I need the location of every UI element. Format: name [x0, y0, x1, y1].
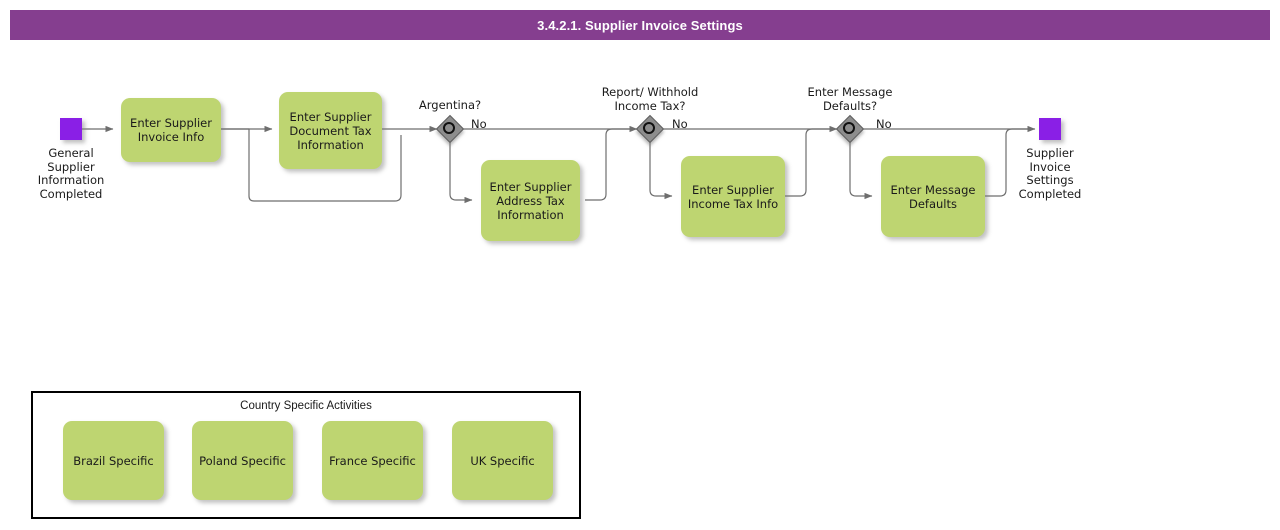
gateway-report-withhold-income-tax-label: Report/ Withhold Income Tax? — [601, 85, 699, 113]
task-label: Enter Supplier Address Tax Information — [489, 179, 572, 222]
task-label: UK Specific — [470, 453, 535, 468]
gateway-circle-icon — [443, 122, 455, 134]
task-label: Enter Supplier Income Tax Info — [687, 182, 779, 211]
country-specific-activities-title: Country Specific Activities — [240, 400, 372, 412]
country-specific-activities-group: Country Specific Activities Brazil Speci… — [31, 391, 581, 519]
task-label: Poland Specific — [199, 453, 286, 468]
task-poland-specific[interactable]: Poland Specific — [192, 421, 293, 500]
end-event[interactable] — [1039, 118, 1061, 140]
gateway-argentina-branch-label: No — [471, 117, 487, 131]
start-event[interactable] — [60, 118, 82, 140]
gateway-argentina-label: Argentina? — [418, 98, 482, 112]
task-enter-supplier-address-tax-information[interactable]: Enter Supplier Address Tax Information — [481, 160, 580, 241]
process-diagram-canvas: General Supplier Information Completed E… — [0, 0, 1280, 530]
task-brazil-specific[interactable]: Brazil Specific — [63, 421, 164, 500]
task-label: Brazil Specific — [73, 453, 154, 468]
task-enter-message-defaults[interactable]: Enter Message Defaults — [881, 156, 985, 237]
gateway-report-withhold-income-tax-branch-label: No — [672, 117, 688, 131]
gateway-report-withhold-income-tax[interactable] — [635, 114, 665, 144]
task-label: France Specific — [329, 453, 416, 468]
end-event-label: Supplier Invoice Settings Completed — [1018, 146, 1082, 201]
gateway-enter-message-defaults-label: Enter Message Defaults? — [807, 85, 893, 113]
task-label: Enter Supplier Document Tax Information — [289, 109, 372, 152]
task-enter-supplier-document-tax-information[interactable]: Enter Supplier Document Tax Information — [279, 92, 382, 169]
gateway-circle-icon — [643, 122, 655, 134]
task-enter-supplier-income-tax-info[interactable]: Enter Supplier Income Tax Info — [681, 156, 785, 237]
task-label: Enter Supplier Invoice Info — [130, 116, 212, 144]
task-enter-supplier-invoice-info[interactable]: Enter Supplier Invoice Info — [121, 98, 221, 162]
gateway-enter-message-defaults[interactable] — [835, 114, 865, 144]
task-france-specific[interactable]: France Specific — [322, 421, 423, 500]
gateway-circle-icon — [843, 122, 855, 134]
task-label: Enter Message Defaults — [890, 182, 976, 211]
start-event-label: General Supplier Information Completed — [37, 146, 105, 201]
gateway-argentina[interactable] — [435, 114, 465, 144]
gateway-enter-message-defaults-branch-label: No — [876, 117, 892, 131]
task-uk-specific[interactable]: UK Specific — [452, 421, 553, 500]
